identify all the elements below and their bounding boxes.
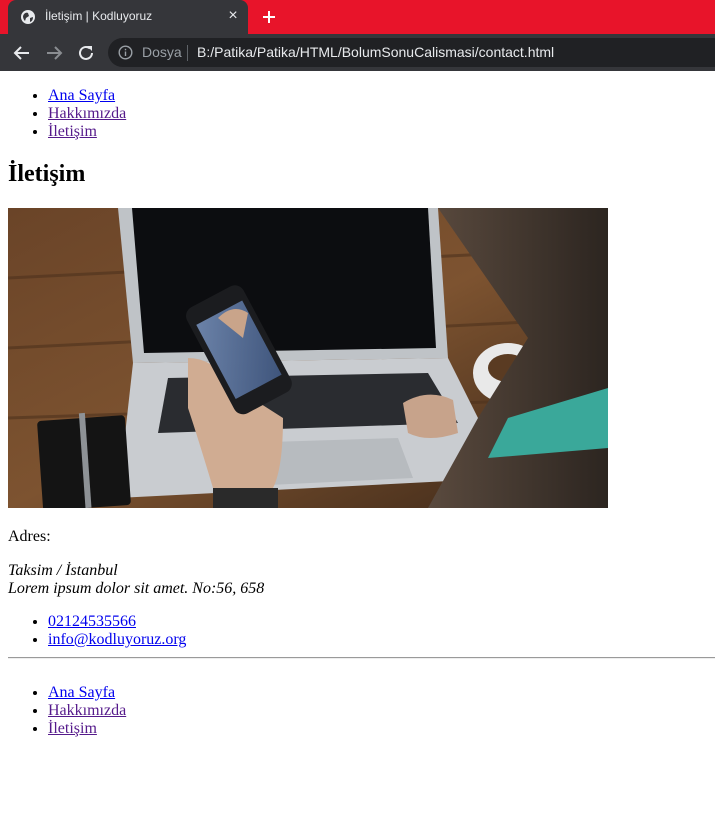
address-bar[interactable]: Dosya B:/Patika/Patika/HTML/BolumSonuCal…: [108, 38, 715, 67]
contact-item: 02124535566: [48, 613, 186, 631]
back-arrow-icon[interactable]: [11, 42, 33, 64]
url-text[interactable]: B:/Patika/Patika/HTML/BolumSonuCalismasi…: [197, 44, 554, 60]
plus-icon[interactable]: [258, 6, 280, 28]
email-link[interactable]: info@kodluyoruz.org: [48, 631, 186, 648]
contact-item: info@kodluyoruz.org: [48, 631, 186, 649]
smartphone-laptop-photo: [8, 208, 608, 508]
hero-image: [8, 208, 608, 508]
tab-title: İletişim | Kodluyoruz: [45, 9, 153, 23]
nav-link-contact[interactable]: İletişim: [48, 123, 97, 140]
forward-arrow-icon[interactable]: [43, 42, 65, 64]
close-icon[interactable]: ×: [225, 7, 241, 25]
nav-item: Hakkımızda: [48, 105, 126, 123]
globe-icon: [21, 10, 35, 24]
address-line-1: Taksim / İstanbul: [8, 562, 118, 579]
nav-item: Hakkımızda: [48, 702, 126, 720]
nav-link-home[interactable]: Ana Sayfa: [48, 87, 115, 104]
scheme-label: Dosya: [142, 44, 182, 60]
contact-list: 02124535566 info@kodluyoruz.org: [8, 613, 186, 649]
address-block: Taksim / İstanbul Lorem ipsum dolor sit …: [8, 562, 264, 598]
page-title: İletişim: [8, 161, 86, 187]
address-label: Adres:: [8, 528, 51, 545]
nav-item: Ana Sayfa: [48, 684, 126, 702]
phone-link[interactable]: 02124535566: [48, 613, 136, 630]
browser-toolbar: Dosya B:/Patika/Patika/HTML/BolumSonuCal…: [0, 34, 715, 71]
address-line-2: Lorem ipsum dolor sit amet. No:56, 658: [8, 580, 265, 597]
footer-link-home[interactable]: Ana Sayfa: [48, 684, 115, 701]
info-icon[interactable]: [118, 45, 133, 60]
nav-item: Ana Sayfa: [48, 87, 126, 105]
footer-link-contact[interactable]: İletişim: [48, 720, 97, 737]
browser-tab[interactable]: İletişim | Kodluyoruz ×: [8, 0, 248, 34]
nav-item: İletişim: [48, 123, 126, 141]
address-separator: [187, 45, 188, 61]
top-navigation: Ana Sayfa Hakkımızda İletişim: [8, 87, 126, 141]
nav-link-about[interactable]: Hakkımızda: [48, 105, 126, 122]
tab-strip: İletişim | Kodluyoruz ×: [0, 0, 715, 34]
footer-navigation: Ana Sayfa Hakkımızda İletişim: [8, 684, 126, 738]
reload-icon[interactable]: [75, 42, 97, 64]
horizontal-divider: [8, 657, 715, 659]
footer-link-about[interactable]: Hakkımızda: [48, 702, 126, 719]
nav-item: İletişim: [48, 720, 126, 738]
